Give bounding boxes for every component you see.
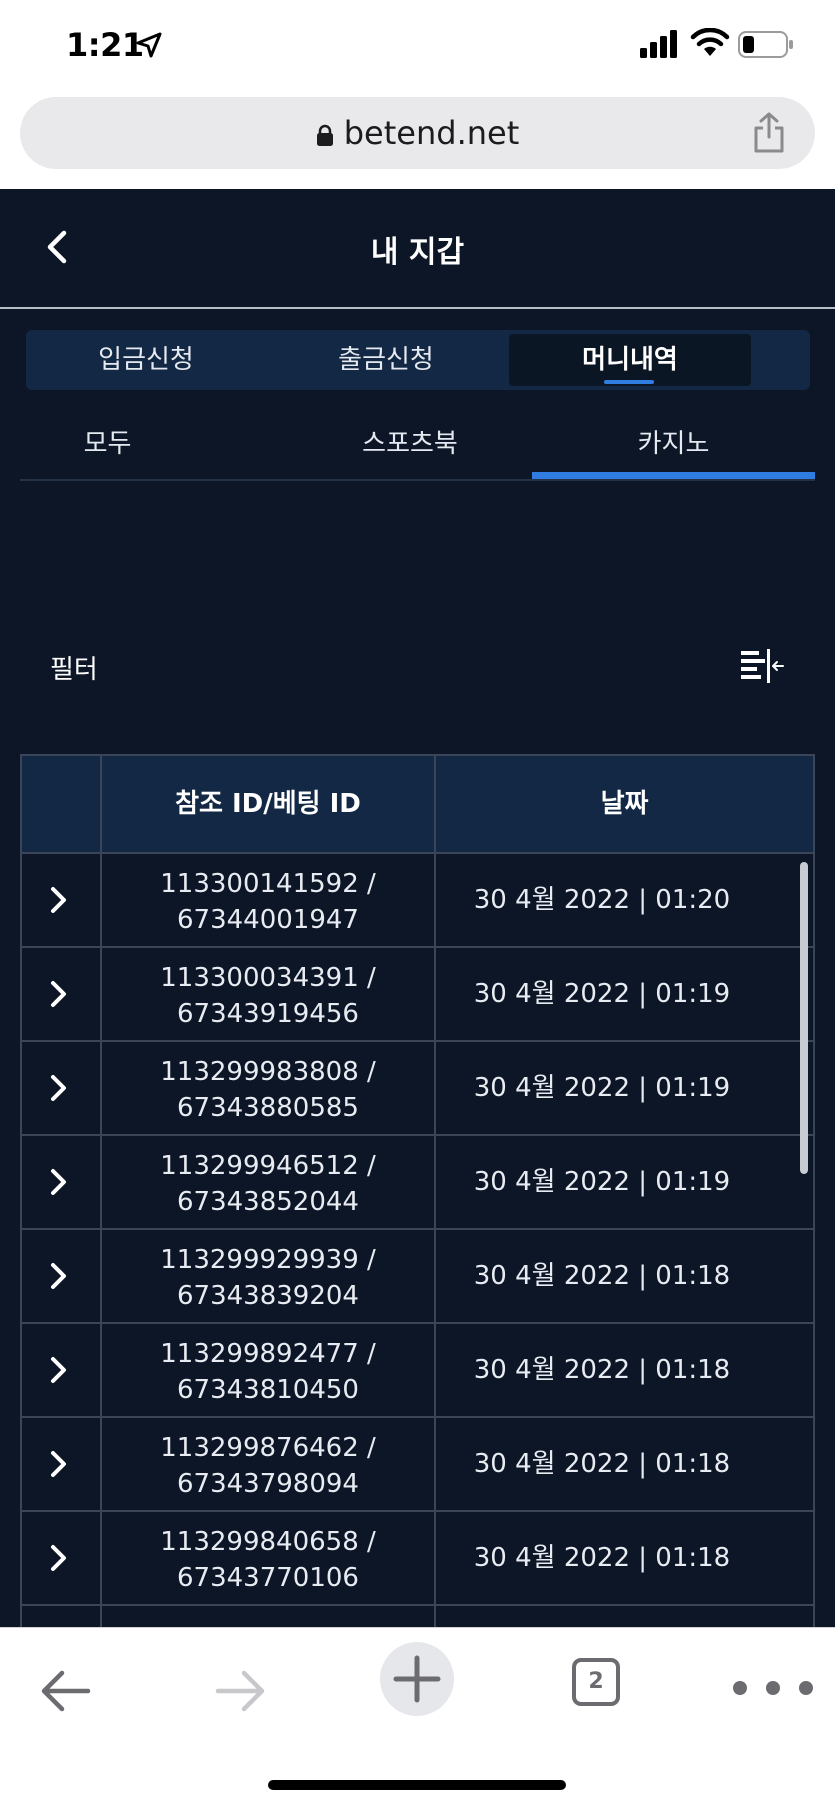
table-row[interactable]: 113299892477 / 67343810450 30 4월 2022 | 0…: [22, 1324, 813, 1418]
browser-toolbar: 2: [0, 1627, 835, 1807]
table-scrollbar[interactable]: [800, 862, 808, 1174]
battery-icon: [738, 31, 793, 58]
location-arrow-icon: [136, 32, 162, 58]
ref-id: 113299840658 /: [160, 1527, 376, 1557]
chevron-right-icon[interactable]: [48, 1542, 70, 1574]
bet-id: 67343770106: [177, 1563, 359, 1593]
ref-id: 113300034391 /: [160, 963, 376, 993]
ref-id: 113300141592 /: [160, 869, 376, 899]
tab-deposit[interactable]: 입금신청: [26, 330, 266, 390]
bet-id: 67343852044: [177, 1187, 359, 1217]
date-cell: 30 4월 2022 | 01:18: [473, 1449, 731, 1479]
table-header: 참조 ID/베팅 ID 날짜: [22, 754, 813, 854]
tab-active-indicator: [604, 380, 654, 384]
subtab-casino[interactable]: 카지노: [532, 419, 815, 479]
table-row[interactable]: 113299929939 / 67343839204 30 4월 2022 | 0…: [22, 1230, 813, 1324]
ref-id: 113299892477 /: [160, 1339, 376, 1369]
bet-id: 67343839204: [177, 1281, 359, 1311]
table-row[interactable]: 113299983808 / 67343880585 30 4월 2022 | 0…: [22, 1042, 813, 1136]
plus-icon: [393, 1655, 441, 1703]
bet-id: 67344001947: [177, 905, 359, 935]
address-bar[interactable]: betend.net: [20, 97, 815, 169]
chevron-right-icon[interactable]: [48, 978, 70, 1010]
transaction-table: 참조 ID/베팅 ID 날짜 113300141592 / 67344001947…: [20, 754, 815, 1627]
status-time: 1:21: [66, 26, 144, 64]
column-divider: [100, 1606, 102, 1627]
ref-id-cell: 113299983808 / 67343880585: [102, 1054, 434, 1126]
tab-money-history-label: 머니내역: [582, 345, 678, 375]
date-cell: 30 4월 2022 | 01:18: [473, 1543, 731, 1573]
ref-id-cell: 113300034391 / 67343919456: [102, 960, 434, 1032]
page-title: 내 지갑: [370, 235, 465, 270]
tabs-button[interactable]: 2: [572, 1658, 620, 1706]
ref-id-cell: 113299946512 / 67343852044: [102, 1148, 434, 1220]
table-body[interactable]: 113300141592 / 67344001947 30 4월 2022 | 0…: [22, 854, 813, 1627]
date-cell: 30 4월 2022 | 01:19: [473, 1167, 731, 1197]
page-header: 내 지갑: [0, 189, 835, 309]
ref-id-cell: 113299929939 / 67343839204: [102, 1242, 434, 1314]
subtab-sportsbook[interactable]: 스포츠북: [270, 419, 550, 479]
date-cell: 30 4월 2022 | 01:18: [473, 1355, 731, 1385]
filter-row: 필터: [20, 639, 815, 699]
lock-icon: [316, 124, 333, 146]
new-tab-button[interactable]: [380, 1642, 454, 1716]
filter-label: 필터: [50, 655, 98, 685]
chevron-right-icon[interactable]: [48, 1354, 70, 1386]
subtab-all[interactable]: 모두: [20, 419, 195, 479]
table-row[interactable]: 113300141592 / 67344001947 30 4월 2022 | 0…: [22, 854, 813, 948]
column-divider: [434, 1606, 436, 1627]
wallet-page: 내 지갑 입금신청 출금신청 머니내역 모두 스포츠북 카지노 필터 참조 ID…: [0, 189, 835, 1627]
date-cell: 30 4월 2022 | 01:18: [473, 1261, 731, 1291]
column-header-ref[interactable]: 참조 ID/베팅 ID: [102, 756, 434, 854]
bet-id: 67343919456: [177, 999, 359, 1029]
share-icon[interactable]: [751, 111, 787, 153]
ref-id: 113299929939 /: [160, 1245, 376, 1275]
status-bar: 1:21: [0, 0, 835, 92]
bet-id: 67343810450: [177, 1375, 359, 1405]
column-header-date[interactable]: 날짜: [436, 756, 813, 854]
signal-icon: [640, 30, 677, 58]
table-row[interactable]: 113299840658 / 67343770106 30 4월 2022 | 0…: [22, 1512, 813, 1606]
main-tabs: 입금신청 출금신청 머니내역: [26, 330, 810, 390]
filter-icon[interactable]: [741, 647, 785, 687]
bet-id: 67343798094: [177, 1469, 359, 1499]
home-indicator[interactable]: [268, 1780, 566, 1790]
bet-id: 67343880585: [177, 1093, 359, 1123]
url-text: betend.net: [343, 114, 520, 152]
chevron-right-icon[interactable]: [48, 1166, 70, 1198]
tab-withdraw[interactable]: 출금신청: [266, 330, 506, 390]
table-row[interactable]: 113300034391 / 67343919456 30 4월 2022 | 0…: [22, 948, 813, 1042]
table-row-partial[interactable]: [22, 1606, 813, 1627]
date-cell: 30 4월 2022 | 01:19: [473, 979, 731, 1009]
ref-id-cell: 113299892477 / 67343810450: [102, 1336, 434, 1408]
ref-id-cell: 113300141592 / 67344001947: [102, 866, 434, 938]
sub-tabs: 모두 스포츠북 카지노: [20, 419, 815, 481]
ref-id-cell: 113299840658 / 67343770106: [102, 1524, 434, 1596]
chevron-right-icon[interactable]: [48, 1448, 70, 1480]
ref-id: 113299983808 /: [160, 1057, 376, 1087]
ref-id-cell: 113299876462 / 67343798094: [102, 1430, 434, 1502]
table-row[interactable]: 113299876462 / 67343798094 30 4월 2022 | 0…: [22, 1418, 813, 1512]
table-row[interactable]: 113299946512 / 67343852044 30 4월 2022 | 0…: [22, 1136, 813, 1230]
chevron-right-icon[interactable]: [48, 1260, 70, 1292]
wifi-icon: [690, 28, 730, 56]
ref-id: 113299876462 /: [160, 1433, 376, 1463]
url-display: betend.net: [20, 114, 815, 152]
chevron-right-icon[interactable]: [48, 884, 70, 916]
tab-money-history[interactable]: 머니내역: [509, 334, 751, 386]
nav-back-icon[interactable]: [38, 1668, 92, 1714]
nav-forward-icon[interactable]: [214, 1668, 268, 1714]
date-cell: 30 4월 2022 | 01:19: [473, 1073, 731, 1103]
more-icon[interactable]: [730, 1678, 816, 1698]
ref-id: 113299946512 /: [160, 1151, 376, 1181]
date-cell: 30 4월 2022 | 01:20: [473, 885, 731, 915]
chevron-right-icon[interactable]: [48, 1072, 70, 1104]
